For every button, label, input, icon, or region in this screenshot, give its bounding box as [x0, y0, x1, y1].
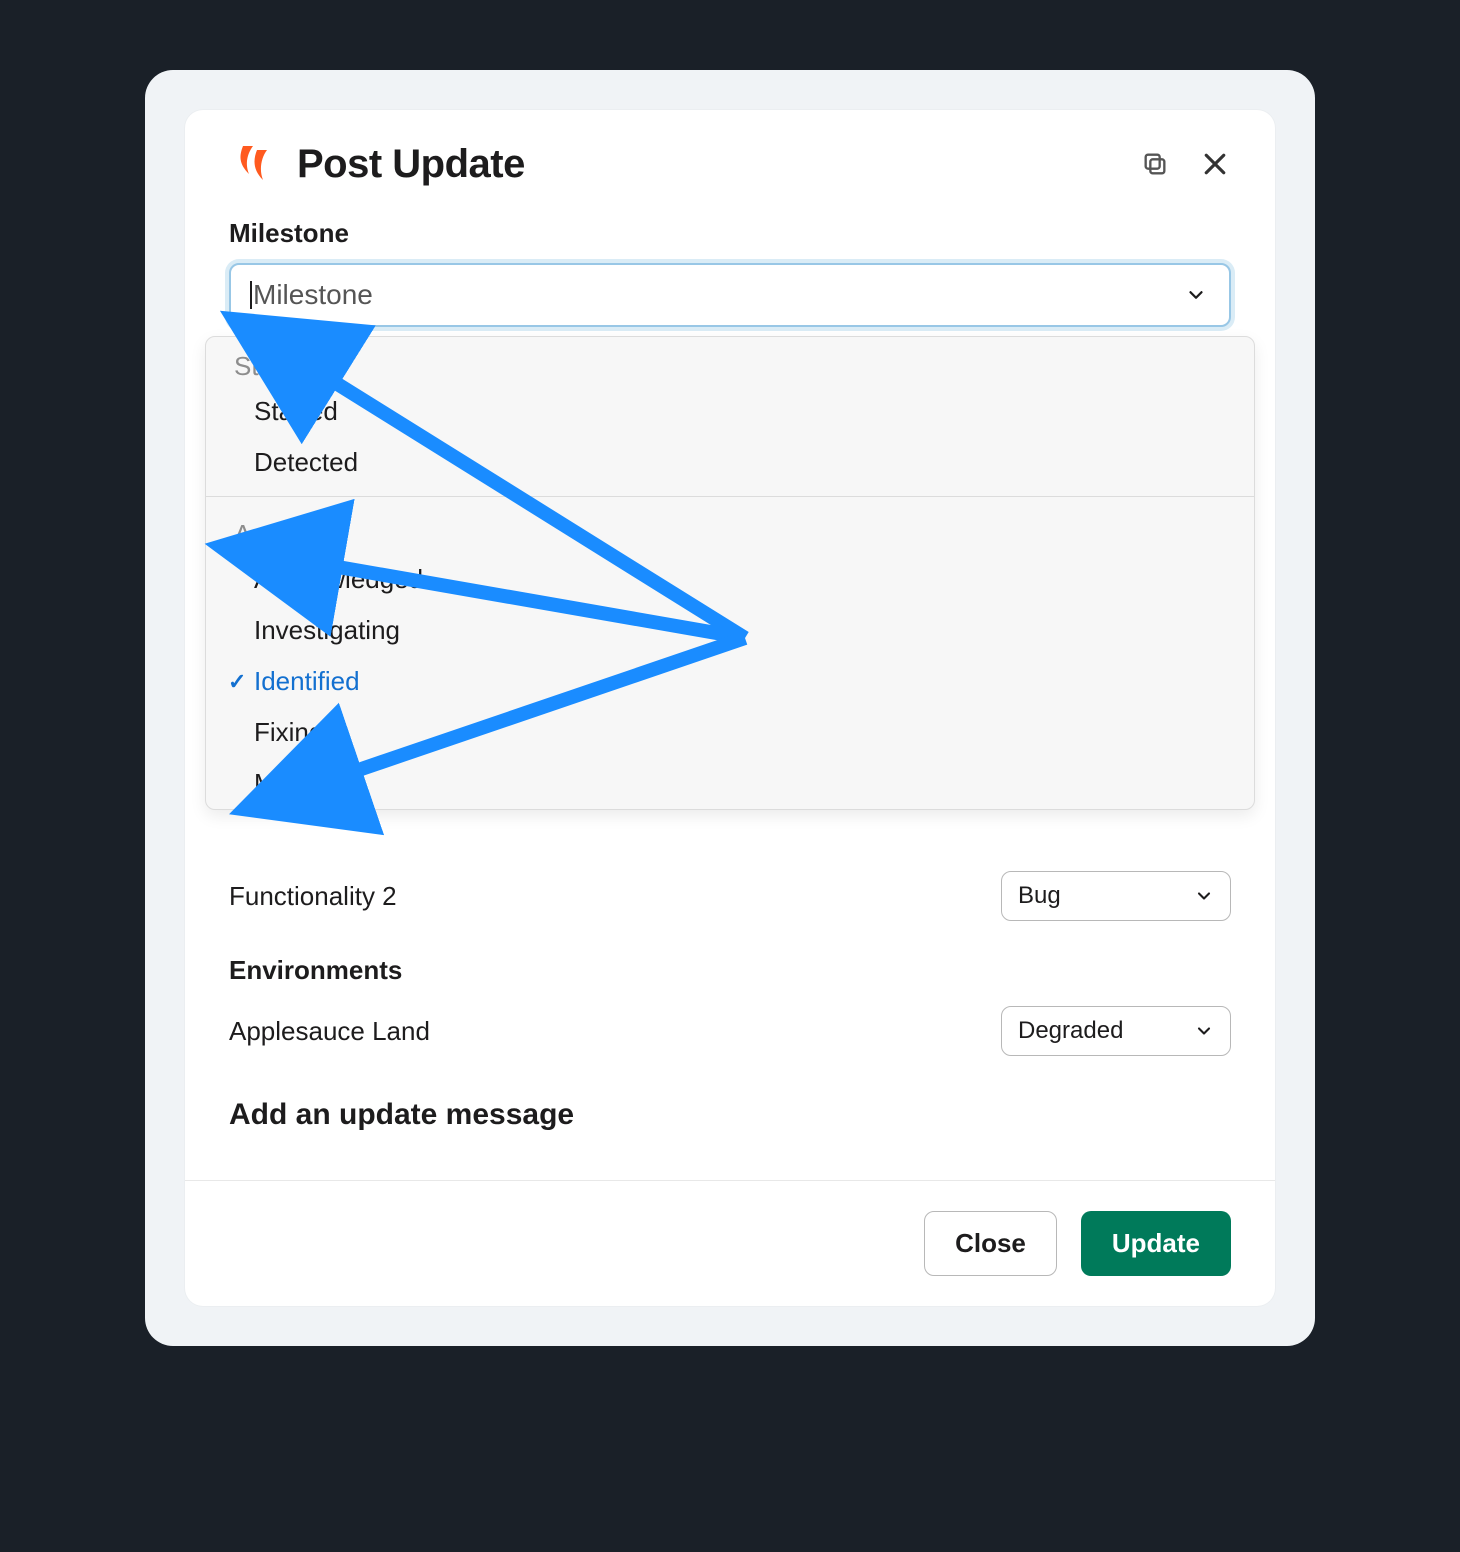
- option-mitigated[interactable]: Mitigated: [206, 758, 1254, 809]
- modal-body: Milestone Milestone Started Started Dete…: [185, 208, 1275, 1180]
- environments-heading: Environments: [229, 935, 1231, 992]
- option-identified[interactable]: Identified: [206, 656, 1254, 707]
- app-logo-icon: [229, 140, 277, 188]
- option-detected[interactable]: Detected: [206, 437, 1254, 488]
- environment-status-select[interactable]: Degraded: [1001, 1006, 1231, 1056]
- copy-icon[interactable]: [1139, 148, 1171, 180]
- modal-header: Post Update: [185, 110, 1275, 208]
- dropdown-group-active: Active: [206, 505, 1254, 554]
- milestone-label: Milestone: [229, 218, 1231, 249]
- functionality-label: Functionality 2: [229, 881, 397, 912]
- chevron-down-icon: [1194, 886, 1214, 906]
- environment-row: Applesauce Land Degraded: [229, 992, 1231, 1070]
- chevron-down-icon: [1194, 1021, 1214, 1041]
- close-icon[interactable]: [1199, 148, 1231, 180]
- functionality-row: Functionality 2 Bug: [229, 857, 1231, 935]
- dropdown-divider: [206, 496, 1254, 497]
- chevron-down-icon: [1185, 284, 1207, 306]
- header-actions: [1139, 148, 1231, 180]
- outer-panel: Post Update Milestone: [145, 70, 1315, 1346]
- modal-footer: Close Update: [185, 1180, 1275, 1306]
- option-fixing[interactable]: Fixing: [206, 707, 1254, 758]
- milestone-select-input[interactable]: Milestone: [229, 263, 1231, 327]
- text-caret: [250, 281, 252, 309]
- environment-label: Applesauce Land: [229, 1016, 430, 1047]
- update-message-heading: Add an update message: [229, 1070, 1231, 1156]
- environment-status-value: Degraded: [1018, 1017, 1123, 1045]
- update-button[interactable]: Update: [1081, 1211, 1231, 1276]
- milestone-dropdown: Started Started Detected Active Acknowle…: [205, 336, 1255, 810]
- post-update-modal: Post Update Milestone: [185, 110, 1275, 1306]
- option-investigating[interactable]: Investigating: [206, 605, 1254, 656]
- option-started[interactable]: Started: [206, 386, 1254, 437]
- functionality-status-select[interactable]: Bug: [1001, 871, 1231, 921]
- option-acknowledged[interactable]: Acknowledged: [206, 554, 1254, 605]
- milestone-placeholder: Milestone: [253, 279, 373, 311]
- dropdown-group-started: Started: [206, 337, 1254, 386]
- close-button[interactable]: Close: [924, 1211, 1057, 1276]
- functionality-status-value: Bug: [1018, 882, 1061, 910]
- modal-title: Post Update: [297, 142, 1139, 187]
